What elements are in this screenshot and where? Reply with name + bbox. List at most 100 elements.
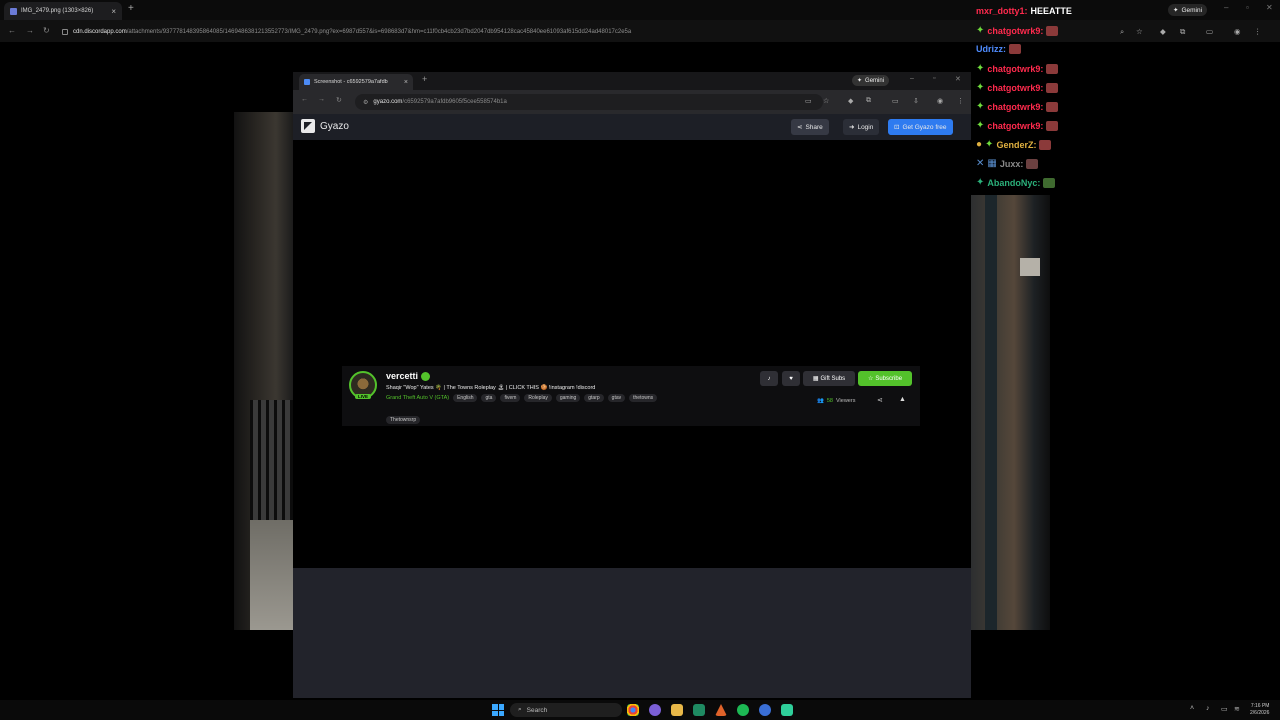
inner-address-field[interactable]: ⚙ gyazo.com/c6592579a7afdb9605f5cee55857…: [355, 94, 823, 110]
forward-icon[interactable]: →: [26, 26, 34, 35]
window-close-icon[interactable]: ✕: [1266, 3, 1273, 12]
tag[interactable]: English: [453, 394, 478, 402]
display-icon[interactable]: ▭: [1221, 705, 1228, 713]
cast-icon[interactable]: ▭: [1206, 27, 1213, 36]
xbox-app-icon[interactable]: [693, 704, 705, 716]
chat-message: ✕ ▦ Juxx:: [976, 158, 1039, 169]
notifications-button[interactable]: ♪: [760, 371, 778, 386]
share-button[interactable]: ⋖ Share: [791, 119, 829, 135]
bookmark-star-icon[interactable]: ☆: [823, 97, 829, 105]
login-icon: ➜: [849, 124, 855, 131]
tag[interactable]: Roleplay: [524, 394, 552, 402]
screenshot-image-area[interactable]: LIVE vercetti Shaqir "Wop" Yates 🌴 | The…: [293, 140, 971, 630]
follow-button[interactable]: ♥: [782, 371, 800, 386]
gift-subs-button[interactable]: ▦ Gift Subs: [803, 371, 855, 386]
taskbar-clock[interactable]: 7:16 PM 2/6/2026: [1250, 703, 1269, 717]
chrome-menu-icon[interactable]: ⋮: [1254, 27, 1262, 36]
profile-icon[interactable]: ◉: [1234, 27, 1241, 36]
extensions-puzzle-icon[interactable]: ⧉: [1180, 27, 1185, 37]
subscriber-badge-icon: ✦: [976, 25, 985, 36]
profile-icon[interactable]: ◉: [937, 97, 943, 105]
extensions-puzzle-icon[interactable]: ⧉: [866, 97, 871, 105]
verified-icon: [421, 371, 431, 381]
windows-start-icon[interactable]: [492, 704, 504, 716]
minimize-icon[interactable]: –: [910, 75, 914, 82]
gyazo-logo[interactable]: Gyazo: [301, 119, 349, 133]
taskbar-search-box[interactable]: ⌕ Search: [510, 703, 622, 717]
streamer-name-text: vercetti: [386, 371, 419, 381]
maximize-icon[interactable]: ▫: [1246, 3, 1249, 12]
bookmark-star-icon[interactable]: ☆: [1136, 27, 1143, 36]
back-icon[interactable]: ←: [8, 26, 16, 35]
zoom-icon[interactable]: ⌕: [1120, 27, 1124, 37]
subscribe-button[interactable]: ☆ Subscribe: [858, 371, 912, 386]
cast-icon[interactable]: ▭: [892, 97, 899, 105]
streamer-name[interactable]: vercetti: [386, 371, 431, 381]
tag[interactable]: gtarp: [584, 394, 604, 402]
report-icon[interactable]: ▲: [899, 396, 906, 403]
new-tab-icon[interactable]: +: [128, 3, 134, 14]
gyazo-footer: [293, 568, 971, 698]
heart-icon: ♥: [789, 375, 793, 382]
tag[interactable]: gtav: [607, 394, 626, 402]
chrome-menu-icon[interactable]: ⋮: [957, 97, 964, 105]
emote-icon: [1039, 139, 1052, 150]
app-icon[interactable]: [759, 704, 771, 716]
tag[interactable]: gaming: [555, 394, 581, 402]
subscriber-badge-icon: ✦: [976, 63, 985, 74]
tag[interactable]: fivem: [500, 394, 521, 402]
share-icon[interactable]: ⋖: [877, 396, 883, 404]
close-tab-icon[interactable]: ×: [404, 79, 408, 86]
inner-url-bar: ← → ↻ ⚙ gyazo.com/c6592579a7afdb9605f5ce…: [293, 90, 971, 114]
close-tab-icon[interactable]: ×: [111, 7, 116, 16]
inner-gemini-button[interactable]: ✦ Gemini: [852, 75, 890, 86]
outer-tab-active[interactable]: IMG_2479.png (1303×826) ×: [4, 2, 122, 20]
viewers-icon: 👥: [817, 398, 824, 404]
microphone-icon[interactable]: ♪: [1206, 705, 1210, 712]
taskbar: ⌕ Search ˄ ♪ ▭ ≋ 7:16 PM 2/6/2026: [0, 700, 1280, 720]
gyazo-favicon-icon: [304, 79, 310, 85]
inner-url-path: /c6592579a7afdb9605f5cee558574b1a: [402, 99, 507, 105]
new-tab-icon[interactable]: +: [422, 74, 427, 84]
maximize-icon[interactable]: ▫: [933, 75, 935, 82]
minimize-icon[interactable]: –: [1224, 3, 1228, 12]
chat-message: ✦ chatgotwrk9:: [976, 25, 1059, 36]
window-close-icon[interactable]: ✕: [955, 75, 961, 83]
wifi-icon[interactable]: ≋: [1234, 705, 1240, 713]
tag[interactable]: gta: [481, 394, 497, 402]
install-app-icon[interactable]: ▭: [805, 97, 812, 105]
site-info-icon[interactable]: [62, 28, 68, 35]
download-icon[interactable]: ⇩: [913, 97, 919, 105]
extension-icon[interactable]: ◆: [848, 97, 853, 105]
tag[interactable]: Thetownsrp: [386, 416, 421, 424]
login-label: Login: [857, 123, 874, 131]
gyazo-app-icon: ⊡: [894, 124, 900, 131]
tray-chevron-icon[interactable]: ˄: [1190, 705, 1194, 712]
inner-tab-active[interactable]: Screenshot - c6592579a7afdb ×: [299, 74, 413, 90]
outer-gemini-label: Gemini: [1181, 6, 1203, 14]
outer-address-field[interactable]: cdn.discordapp.com/attachments/937778148…: [62, 24, 1112, 39]
game-category-link[interactable]: Grand Theft Auto V (GTA): [386, 395, 449, 401]
site-info-icon[interactable]: ⚙: [363, 99, 368, 106]
outer-gemini-button[interactable]: ✦ Gemini: [1168, 4, 1208, 16]
inner-tab-title: Screenshot - c6592579a7afdb: [314, 79, 388, 85]
reload-icon[interactable]: ↻: [43, 26, 50, 35]
login-button[interactable]: ➜ Login: [843, 119, 880, 135]
gyazo-logo-icon: [301, 119, 315, 133]
discord-app-icon[interactable]: [649, 704, 661, 716]
chat-username: chatgotwrk9:: [987, 101, 1044, 112]
chrome-app-icon[interactable]: [627, 704, 639, 716]
file-explorer-icon[interactable]: [671, 704, 683, 716]
vlc-app-icon[interactable]: [715, 704, 727, 716]
spotify-app-icon[interactable]: [737, 704, 749, 716]
reload-icon[interactable]: ↻: [336, 96, 342, 104]
background-slab: [250, 520, 294, 630]
get-gyazo-free-button[interactable]: ⊡ Get Gyazo free: [888, 119, 953, 135]
tag[interactable]: thetowns: [629, 394, 658, 402]
app-icon[interactable]: [781, 704, 793, 716]
chat-message: mxr_dotty1: HEEATTE: [976, 6, 1072, 16]
back-icon[interactable]: ←: [301, 96, 308, 103]
emote-icon: [1009, 44, 1021, 54]
forward-icon[interactable]: →: [318, 96, 325, 103]
extension-icon[interactable]: ◆: [1160, 27, 1166, 36]
